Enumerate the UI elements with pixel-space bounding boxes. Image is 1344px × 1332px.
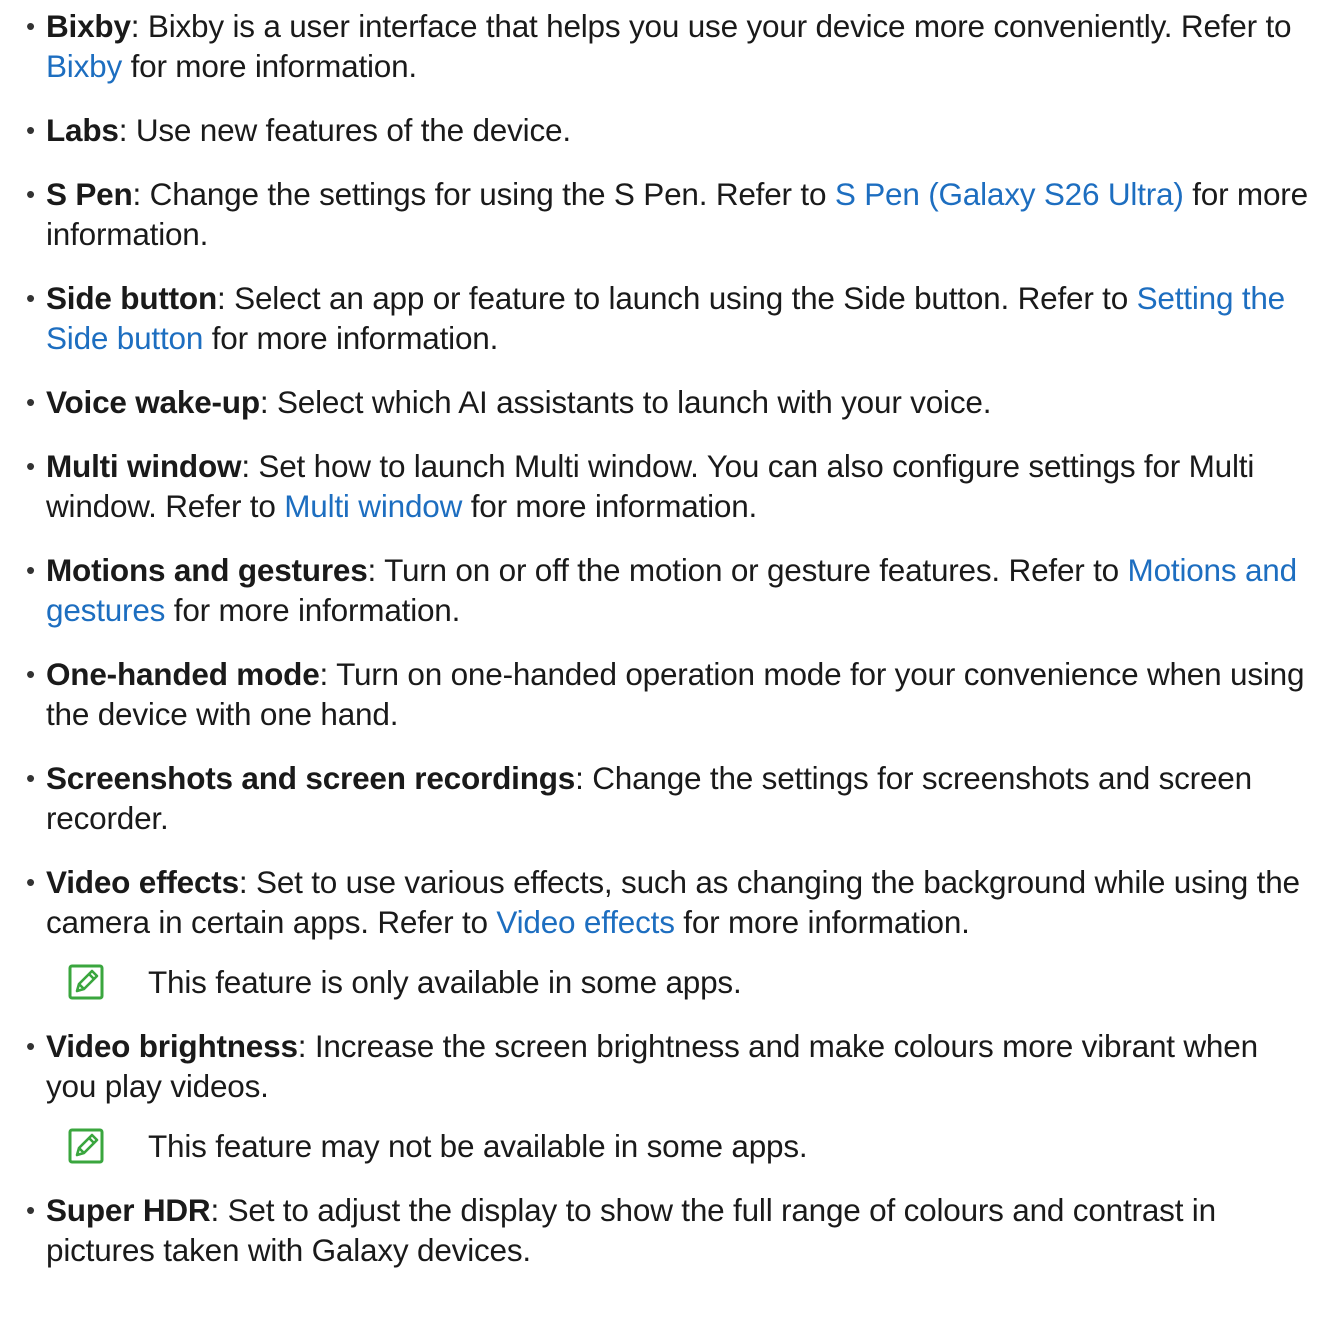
item-term: Voice wake-up bbox=[46, 384, 260, 420]
list-item-side-button: • Side button: Select an app or feature t… bbox=[26, 278, 1314, 358]
list-item-multi-window: • Multi window: Set how to launch Multi w… bbox=[26, 446, 1314, 526]
link-bixby[interactable]: Bixby bbox=[46, 48, 122, 84]
list-item-labs: • Labs: Use new features of the device. bbox=[26, 110, 1314, 150]
item-term: Video effects bbox=[46, 864, 239, 900]
list-item-video-brightness: • Video brightness: Increase the screen b… bbox=[26, 1026, 1314, 1166]
list-item-super-hdr: • Super HDR: Set to adjust the display to… bbox=[26, 1190, 1314, 1270]
item-description: : Turn on or off the motion or gesture f… bbox=[367, 552, 1128, 588]
note-pencil-icon bbox=[68, 964, 104, 1000]
item-term: Screenshots and screen recordings bbox=[46, 760, 576, 796]
item-description: : Set to adjust the display to show the … bbox=[46, 1192, 1216, 1268]
item-term: Super HDR bbox=[46, 1192, 211, 1228]
item-term: Motions and gestures bbox=[46, 552, 368, 588]
bullet: • bbox=[26, 283, 35, 313]
list-item-one-handed-mode: • One-handed mode: Turn on one-handed ope… bbox=[26, 654, 1314, 734]
note-video-effects: This feature is only available in some a… bbox=[46, 962, 1314, 1002]
item-description: : Select an app or feature to launch usi… bbox=[217, 280, 1137, 316]
item-term: Video brightness bbox=[46, 1028, 298, 1064]
list-item-s-pen: • S Pen: Change the settings for using th… bbox=[26, 174, 1314, 254]
item-description: : Select which AI assistants to launch w… bbox=[259, 384, 992, 420]
document-page: • Bixby: Bixby is a user interface that h… bbox=[0, 0, 1344, 1332]
list-item-motions-gestures: • Motions and gestures: Turn on or off th… bbox=[26, 550, 1314, 630]
bullet: • bbox=[26, 1031, 35, 1061]
note-text: This feature is only available in some a… bbox=[148, 964, 742, 1000]
bullet: • bbox=[26, 451, 35, 481]
item-term: Bixby bbox=[46, 8, 131, 44]
bullet: • bbox=[26, 387, 35, 417]
bullet: • bbox=[26, 115, 35, 145]
item-description-end: for more information. bbox=[462, 488, 758, 524]
item-term: Side button bbox=[46, 280, 218, 316]
link-multi-window[interactable]: Multi window bbox=[284, 488, 462, 524]
bullet: • bbox=[26, 11, 35, 41]
list-item-bixby: • Bixby: Bixby is a user interface that h… bbox=[26, 6, 1314, 86]
item-description: : Use new features of the device. bbox=[118, 112, 571, 148]
item-description-end: for more information. bbox=[122, 48, 418, 84]
item-description-end: for more information. bbox=[203, 320, 499, 356]
item-term: Multi window bbox=[46, 448, 242, 484]
note-pencil-icon bbox=[68, 1128, 104, 1164]
bullet: • bbox=[26, 179, 35, 209]
item-term: Labs bbox=[46, 112, 119, 148]
item-description: : Bixby is a user interface that helps y… bbox=[130, 8, 1292, 44]
bullet: • bbox=[26, 867, 35, 897]
list-item-video-effects: • Video effects: Set to use various effec… bbox=[26, 862, 1314, 1002]
bullet: • bbox=[26, 659, 35, 689]
bullet: • bbox=[26, 763, 35, 793]
item-description-end: for more information. bbox=[165, 592, 461, 628]
link-video-effects[interactable]: Video effects bbox=[496, 904, 675, 940]
settings-feature-list: • Bixby: Bixby is a user interface that h… bbox=[26, 6, 1314, 1270]
note-text: This feature may not be available in som… bbox=[148, 1128, 808, 1164]
bullet: • bbox=[26, 1195, 35, 1225]
item-description: : Change the settings for using the S Pe… bbox=[132, 176, 835, 212]
note-video-brightness: This feature may not be available in som… bbox=[46, 1126, 1314, 1166]
item-description-end: for more information. bbox=[674, 904, 970, 940]
bullet: • bbox=[26, 555, 35, 585]
list-item-voice-wake-up: • Voice wake-up: Select which AI assistan… bbox=[26, 382, 1314, 422]
item-term: S Pen bbox=[46, 176, 133, 212]
item-term: One-handed mode bbox=[46, 656, 320, 692]
list-item-screenshots: • Screenshots and screen recordings: Chan… bbox=[26, 758, 1314, 838]
link-s-pen[interactable]: S Pen (Galaxy S26 Ultra) bbox=[835, 176, 1184, 212]
